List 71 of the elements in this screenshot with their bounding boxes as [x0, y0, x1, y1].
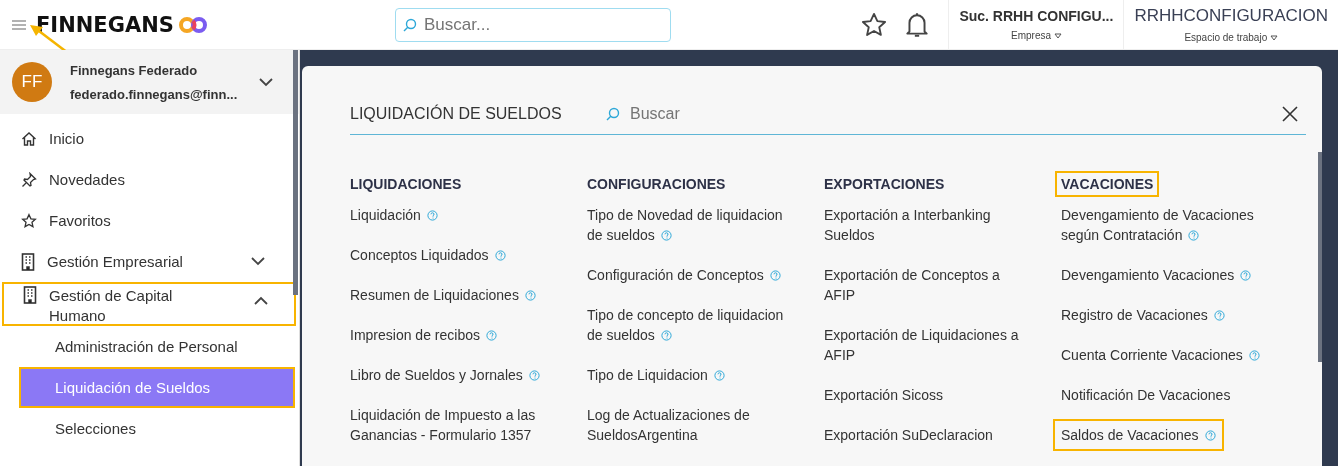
- help-icon: [1188, 230, 1200, 241]
- help-icon: [524, 290, 536, 301]
- brand-logo-text: FINNEGANS: [36, 12, 174, 37]
- help-icon: [1240, 270, 1252, 281]
- panel-search-field[interactable]: Buscar: [628, 104, 906, 124]
- sidebar-item[interactable]: Favoritos: [0, 200, 293, 241]
- help-icon: [494, 250, 506, 261]
- menu-link-item[interactable]: Exportación SuDeclaracion: [824, 425, 1024, 465]
- search-icon: [403, 17, 417, 32]
- avatar: FF: [12, 62, 52, 102]
- sidebar-item[interactable]: Gestión de Capital Humano: [2, 282, 296, 326]
- menu-link-item[interactable]: Exportación de Liquidaciones a AFIP: [824, 325, 1024, 385]
- search-icon: [606, 107, 620, 121]
- menu-link-item[interactable]: Devengamiento Vacaciones: [1061, 265, 1261, 305]
- menu-link-item[interactable]: Conceptos Liquidados: [350, 245, 550, 285]
- menu-link-item[interactable]: Exportación a Interbanking Sueldos: [824, 205, 1024, 265]
- help-icon: [485, 330, 497, 341]
- menu-link-item[interactable]: Registro de Vacaciones: [1061, 305, 1261, 345]
- logo-icon: [177, 15, 208, 34]
- sidebar-subitem[interactable]: Selecciones: [21, 410, 293, 447]
- sidebar-item[interactable]: Gestión Empresarial: [0, 241, 293, 282]
- sidebar-subitem[interactable]: Administración de Personal: [21, 328, 293, 365]
- company-selector[interactable]: Suc. RRHH CONFIGU... Empresa: [948, 0, 1124, 49]
- column-heading: VACACIONES: [1057, 173, 1158, 195]
- user-card[interactable]: FF Finnegans Federado federado.finnegans@finn...: [0, 50, 299, 114]
- menu-link-item[interactable]: Exportación Sicoss: [824, 385, 1024, 425]
- menu-link-item[interactable]: Cuenta Corriente Vacaciones: [1061, 345, 1261, 385]
- bell-icon[interactable]: [904, 10, 931, 39]
- help-icon: [660, 230, 672, 241]
- star-icon[interactable]: [860, 10, 889, 39]
- menu-link-item[interactable]: Liquidación: [350, 205, 550, 245]
- search-field[interactable]: Buscar...: [395, 7, 671, 42]
- building-icon: [21, 252, 35, 271]
- caret-icon: [1053, 33, 1062, 39]
- menu-link-item[interactable]: Devengamiento de Vacaciones según Contratación: [1061, 205, 1261, 265]
- menu-link-item[interactable]: Log de Actualizaciones de SueldosArgentina: [587, 405, 787, 465]
- menu-link-item[interactable]: Resumen de Liquidaciones: [350, 285, 550, 325]
- help-icon: [769, 270, 781, 281]
- user-name: Finnegans Federado: [70, 62, 199, 78]
- home-icon: [21, 130, 37, 147]
- workspace-selector[interactable]: RRHHCONFIGURACION Espacio de trabajo: [1123, 0, 1338, 49]
- chevron-up-icon: [254, 296, 268, 305]
- caret-icon: [1270, 35, 1278, 41]
- column-heading: EXPORTACIONES: [823, 175, 946, 194]
- menu-link-item[interactable]: Impresion de recibos: [350, 325, 550, 365]
- sidebar-item[interactable]: Novedades: [0, 159, 293, 200]
- menu-link-item[interactable]: Tipo de concepto de liquidacion de sueldos: [587, 305, 787, 365]
- help-icon: [713, 370, 725, 381]
- menu-link-item[interactable]: Tipo de Liquidacion: [587, 365, 787, 405]
- sidebar-item[interactable]: Inicio: [0, 118, 293, 159]
- help-icon: [660, 330, 672, 341]
- user-email: federado.finnegans@finn...: [70, 86, 239, 102]
- help-icon: [426, 210, 438, 221]
- help-icon: [1248, 350, 1260, 361]
- column-heading: CONFIGURACIONES: [586, 175, 727, 194]
- chevron-down-icon: [251, 257, 265, 266]
- help-icon: [1213, 310, 1225, 321]
- column-heading: LIQUIDACIONES: [349, 175, 463, 194]
- menu-link-item[interactable]: Libro de Sueldos y Jornales: [350, 365, 550, 405]
- help-icon: [1204, 430, 1216, 441]
- menu-link-item[interactable]: Exportación de Conceptos a AFIP: [824, 265, 1024, 325]
- star-icon: [21, 212, 37, 229]
- menu-link-item[interactable]: Configuración de Conceptos: [587, 265, 787, 305]
- chevron-down-icon: [259, 77, 273, 87]
- menu-link-item[interactable]: Liquidación de Impuesto a las Ganancias - Formulario 1357: [350, 405, 550, 465]
- pin-icon: [21, 171, 37, 188]
- panel-title: LIQUIDACIÓN DE SUELDOS: [350, 105, 563, 123]
- help-icon: [528, 370, 540, 381]
- close-button[interactable]: [1282, 106, 1298, 122]
- building-icon: [23, 286, 37, 304]
- menu-link-item[interactable]: Tipo de Novedad de liquidacion de sueldos: [587, 205, 787, 265]
